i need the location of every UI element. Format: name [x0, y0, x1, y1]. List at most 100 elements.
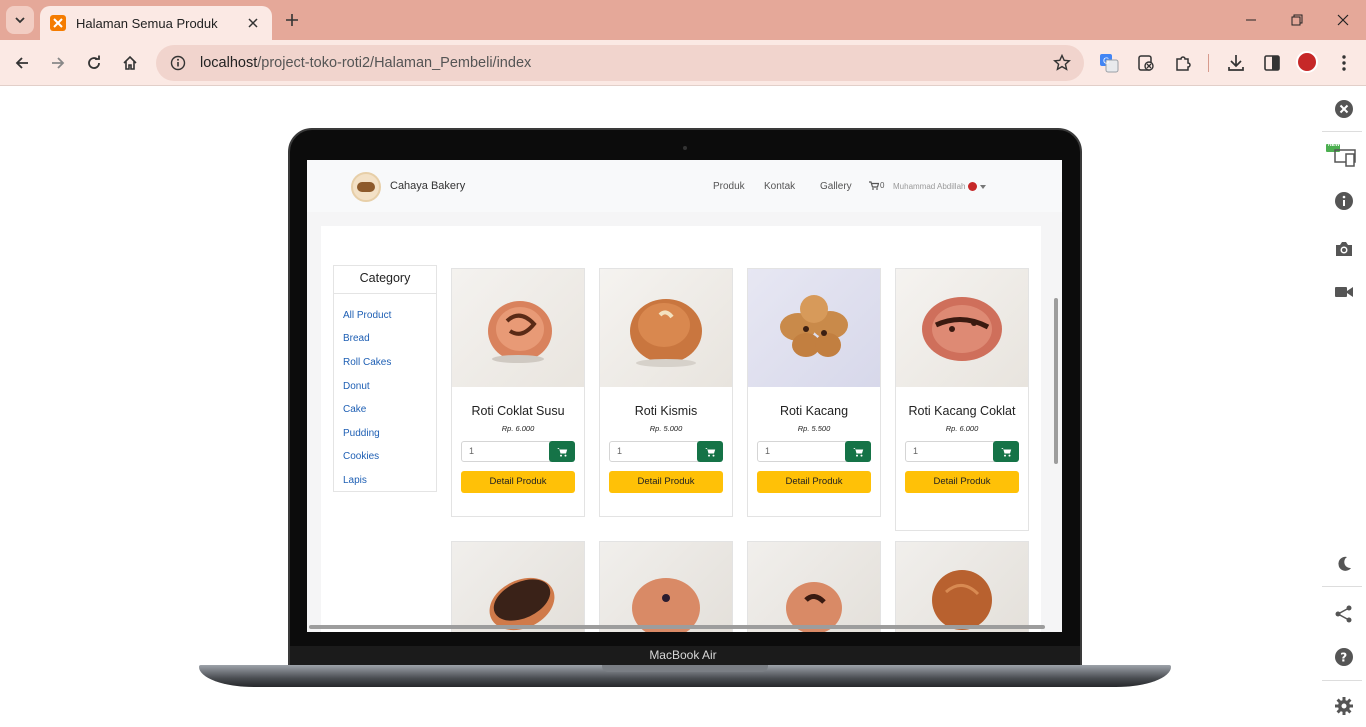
product-image[interactable]: [452, 542, 584, 632]
detail-produk-button[interactable]: Detail Produk: [905, 471, 1019, 493]
side-divider: [1322, 680, 1362, 681]
close-icon: [1337, 14, 1349, 26]
download-icon: [1228, 55, 1244, 71]
quantity-input[interactable]: 1: [609, 441, 701, 462]
device-screen: Cahaya Bakery Produk Kontak Gallery 0 Mu…: [307, 160, 1062, 632]
detail-produk-button[interactable]: Detail Produk: [609, 471, 723, 493]
camera-icon[interactable]: [1332, 237, 1356, 261]
product-name: Roti Kismis: [634, 404, 698, 418]
forward-icon: [52, 57, 65, 69]
reload-icon: [88, 55, 100, 69]
add-to-cart-button[interactable]: [549, 441, 575, 462]
quantity-row: 1: [905, 441, 1019, 462]
browser-tab[interactable]: Halaman Semua Produk: [40, 6, 272, 40]
product-card: [451, 541, 585, 632]
tab-strip: Halaman Semua Produk: [0, 0, 1366, 40]
extensions-menu-button[interactable]: [1168, 48, 1198, 78]
translate-extension-button[interactable]: G: [1094, 48, 1124, 78]
horizontal-scrollbar[interactable]: [309, 625, 1045, 629]
restore-button[interactable]: [1274, 6, 1320, 34]
user-name: Muhammad Abdillah: [893, 182, 966, 191]
nav-kontak[interactable]: Kontak: [764, 181, 795, 192]
side-panel-button[interactable]: [1257, 48, 1287, 78]
svg-text:G: G: [1103, 57, 1109, 66]
category-item-cookies[interactable]: Cookies: [343, 451, 379, 462]
info-icon[interactable]: [1332, 189, 1356, 213]
category-item-cake[interactable]: Cake: [343, 404, 366, 415]
add-to-cart-button[interactable]: [697, 441, 723, 462]
profile-avatar[interactable]: [1296, 51, 1318, 73]
caret-down-icon: [980, 184, 987, 189]
home-button[interactable]: [115, 48, 145, 78]
side-divider: [1322, 131, 1362, 132]
close-icon[interactable]: [1332, 97, 1356, 121]
minimize-button[interactable]: [1228, 6, 1274, 34]
macbook-camera: [683, 146, 687, 150]
share-icon[interactable]: [1332, 602, 1356, 626]
cart-icon: [556, 447, 567, 457]
address-bar[interactable]: localhost/project-toko-roti2/Halaman_Pem…: [156, 45, 1084, 81]
cart-icon: [704, 447, 715, 457]
product-image[interactable]: [452, 269, 584, 387]
user-menu[interactable]: Muhammad Abdillah: [893, 182, 987, 191]
product-card: Roti Kismis Rp. 5.000 1 Detail Produk: [599, 268, 733, 517]
site-brand[interactable]: Cahaya Bakery: [390, 180, 465, 192]
side-divider: [1322, 586, 1362, 587]
quantity-row: 1: [461, 441, 575, 462]
product-card: Roti Coklat Susu Rp. 6.000 1 Detail Prod…: [451, 268, 585, 517]
site-navbar: Cahaya Bakery Produk Kontak Gallery 0 Mu…: [307, 160, 1062, 212]
gear-icon[interactable]: [1332, 694, 1356, 718]
close-window-button[interactable]: [1320, 6, 1366, 34]
detail-produk-button[interactable]: Detail Produk: [461, 471, 575, 493]
info-icon[interactable]: [168, 53, 188, 73]
reload-button[interactable]: [79, 48, 109, 78]
moon-icon[interactable]: [1332, 552, 1356, 576]
browser-toolbar: localhost/project-toko-roti2/Halaman_Pem…: [0, 40, 1366, 86]
video-icon[interactable]: [1332, 280, 1356, 304]
quantity-input[interactable]: 1: [757, 441, 849, 462]
add-to-cart-button[interactable]: [993, 441, 1019, 462]
nav-gallery[interactable]: Gallery: [820, 181, 852, 192]
quantity-input[interactable]: 1: [905, 441, 997, 462]
back-icon: [15, 57, 28, 69]
sidepanel-icon: [1264, 55, 1280, 71]
quantity-input[interactable]: 1: [461, 441, 553, 462]
product-image[interactable]: [600, 269, 732, 387]
category-title: Category: [334, 266, 436, 294]
tab-title: Halaman Semua Produk: [76, 15, 218, 31]
product-card: [895, 541, 1029, 632]
product-image[interactable]: [748, 269, 880, 387]
downloads-button[interactable]: [1221, 48, 1251, 78]
category-item-bread[interactable]: Bread: [343, 333, 370, 344]
product-image[interactable]: [748, 542, 880, 632]
category-item-all-product[interactable]: All Product: [343, 310, 391, 321]
bakery-logo[interactable]: [351, 172, 381, 202]
vertical-scrollbar[interactable]: [1054, 298, 1058, 464]
category-item-lapis[interactable]: Lapis: [343, 475, 367, 486]
product-price: Rp. 6.000: [501, 424, 535, 433]
detail-produk-button[interactable]: Detail Produk: [757, 471, 871, 493]
close-tab-icon[interactable]: [244, 14, 262, 32]
forward-button[interactable]: [43, 48, 73, 78]
add-to-cart-button[interactable]: [845, 441, 871, 462]
back-button[interactable]: [7, 48, 37, 78]
product-image[interactable]: [896, 542, 1028, 632]
quantity-row: 1: [609, 441, 723, 462]
category-item-pudding[interactable]: Pudding: [343, 428, 380, 439]
category-item-roll-cakes[interactable]: Roll Cakes: [343, 357, 391, 368]
new-tab-button[interactable]: [280, 8, 304, 32]
tab-search-button[interactable]: [6, 6, 34, 34]
product-image[interactable]: [600, 542, 732, 632]
bookmark-star-icon[interactable]: [1052, 53, 1072, 73]
product-image[interactable]: [896, 269, 1028, 387]
quantity-row: 1: [757, 441, 871, 462]
product-card: Roti Kacang Coklat Rp. 6.000 1 Detail Pr…: [895, 268, 1029, 531]
category-item-donut[interactable]: Donut: [343, 381, 370, 392]
url-text: localhost/project-toko-roti2/Halaman_Pem…: [200, 55, 531, 71]
extension-button[interactable]: [1131, 48, 1161, 78]
chrome-menu-button[interactable]: [1329, 48, 1359, 78]
puzzle-icon: [1176, 56, 1191, 71]
nav-cart[interactable]: 0: [869, 181, 884, 190]
home-icon: [123, 55, 137, 70]
nav-produk[interactable]: Produk: [713, 181, 745, 192]
